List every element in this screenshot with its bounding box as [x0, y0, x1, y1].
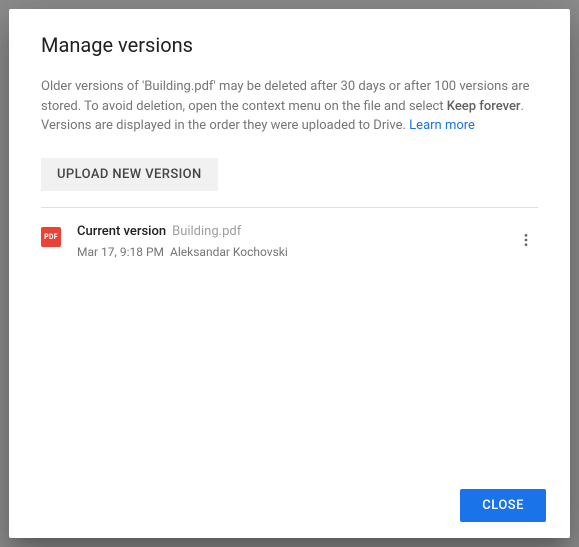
- version-meta-line: Mar 17, 9:18 PM Aleksandar Kochovski: [77, 245, 498, 259]
- spacer: [9, 259, 570, 490]
- learn-more-link[interactable]: Learn more: [409, 118, 475, 133]
- version-uploader: Aleksandar Kochovski: [170, 245, 288, 259]
- close-button[interactable]: CLOSE: [460, 489, 546, 522]
- version-datetime: Mar 17, 9:18 PM: [77, 245, 164, 259]
- manage-versions-dialog: Manage versions Older versions of 'Build…: [9, 9, 570, 538]
- dialog-description: Older versions of 'Building.pdf' may be …: [9, 77, 570, 136]
- dialog-title: Manage versions: [9, 33, 570, 57]
- more-actions-button[interactable]: [514, 228, 538, 252]
- version-filename: Building.pdf: [172, 224, 241, 239]
- version-status-line: Current version Building.pdf: [77, 224, 498, 239]
- keep-forever-label: Keep forever: [447, 99, 521, 114]
- version-row: PDF Current version Building.pdf Mar 17, …: [9, 208, 570, 259]
- more-vertical-icon: [518, 232, 534, 248]
- version-info: Current version Building.pdf Mar 17, 9:18…: [77, 224, 498, 259]
- dialog-actions: CLOSE: [9, 489, 570, 522]
- pdf-icon: PDF: [41, 227, 61, 247]
- version-status: Current version: [77, 224, 166, 239]
- upload-new-version-button[interactable]: UPLOAD NEW VERSION: [41, 158, 218, 191]
